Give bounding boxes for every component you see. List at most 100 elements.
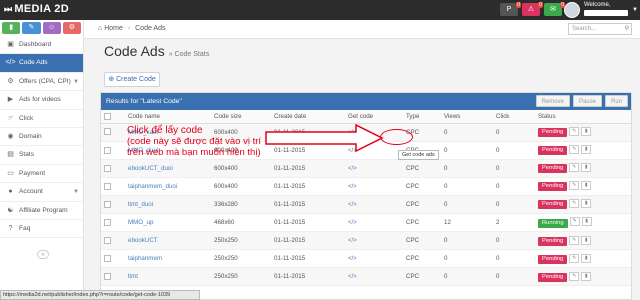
views-cell: 0	[441, 123, 493, 142]
get-code-icon[interactable]: </>	[348, 202, 357, 208]
sidebar-item-dashboard[interactable]: ▣ Dashboard	[0, 36, 83, 55]
edit-icon[interactable]: ✎	[569, 253, 580, 263]
get-code-icon[interactable]: </>	[348, 184, 357, 190]
edit-icon[interactable]: ✎	[569, 181, 580, 191]
column-header[interactable]: Code size	[211, 110, 271, 124]
table-row[interactable]: ebookUCT_duoi 600x400 01-11-2015 </> CPC 0 0 Pe…	[101, 159, 631, 178]
column-header[interactable]: Click	[493, 110, 535, 124]
code-name-link[interactable]: ebookUCT_duoi	[128, 165, 173, 172]
brand[interactable]: ⏭ MEDIA 2D	[4, 3, 69, 15]
sidebar-item-label: Account	[19, 188, 43, 196]
click-cell: 0	[493, 231, 535, 251]
edit-icon[interactable]: ✎	[569, 235, 580, 245]
breadcrumb-current[interactable]: Code Ads	[135, 25, 165, 32]
row-checkbox[interactable]	[104, 200, 111, 208]
tooltip: Get code ads	[398, 150, 439, 160]
sidebar-item-account[interactable]: ● Account ▼	[0, 183, 83, 202]
run-button[interactable]: Run	[604, 95, 628, 107]
sidebar-item-click[interactable]: ☞ Click	[0, 110, 83, 128]
breadcrumb-home[interactable]: Home	[104, 25, 123, 32]
table-row[interactable]: ltmt_duoi 336x280 01-11-2015 </> CPC 0 0 Pendin…	[101, 195, 631, 214]
row-checkbox[interactable]	[104, 273, 111, 281]
affiliate-icon: ☯	[7, 206, 14, 214]
row-checkbox[interactable]	[104, 146, 111, 154]
sidebar-collapse-button[interactable]: «	[37, 250, 49, 259]
column-header[interactable]: Views	[441, 110, 493, 124]
code-name-link[interactable]: ltmt	[128, 273, 138, 280]
search-input[interactable]: Search... ⚲	[568, 23, 632, 35]
column-header[interactable]: Get code	[345, 110, 403, 124]
chart-icon[interactable]: ▮	[581, 145, 592, 155]
page-subtitle[interactable]: » Code Stats	[169, 51, 209, 58]
chart-icon[interactable]: ▮	[581, 217, 592, 227]
row-checkbox[interactable]	[104, 182, 111, 190]
select-all-checkbox[interactable]	[104, 112, 111, 120]
sidebar-item-faq[interactable]: ? Faq	[0, 220, 83, 239]
column-header[interactable]: Code name	[125, 110, 211, 124]
chart-icon[interactable]: ▮	[2, 22, 21, 34]
row-checkbox[interactable]	[104, 128, 111, 136]
row-select-cell	[101, 123, 125, 142]
edit-icon[interactable]: ✎	[569, 199, 580, 209]
user-menu[interactable]: Welcome, ▼	[564, 1, 638, 19]
status-badge: Pending	[538, 182, 568, 192]
notification-icon[interactable]: ⚠ 0	[522, 2, 543, 16]
column-header[interactable]: Type	[403, 110, 441, 124]
row-checkbox[interactable]	[104, 255, 111, 263]
sidebar-item-stats[interactable]: ▤ Stats	[0, 146, 83, 165]
chart-icon[interactable]: ▮	[581, 126, 592, 136]
pencil-icon[interactable]: ✎	[22, 22, 41, 34]
edit-icon[interactable]: ✎	[569, 217, 580, 227]
click-cell: 0	[493, 267, 535, 287]
sidebar-item-ads-for-videos[interactable]: ▶ Ads for videos	[0, 91, 83, 110]
status-cell: Pending ✎ ▮	[535, 231, 631, 251]
get-code-icon[interactable]: </>	[348, 220, 357, 226]
chart-icon[interactable]: ▮	[581, 181, 592, 191]
edit-icon[interactable]: ✎	[569, 271, 580, 281]
chart-icon[interactable]: ▮	[581, 271, 592, 281]
column-header[interactable]: Status	[535, 110, 631, 124]
table-row[interactable]: taiphanmem 250x250 01-11-2015 </> CPC 0 0 Pendi…	[101, 249, 631, 269]
table-row[interactable]: MMO_up 468x60 01-11-2015 </> CPC 12 2 Running ✎ ▮	[101, 213, 631, 233]
remove-button[interactable]: Remove	[535, 95, 570, 107]
code-name-link[interactable]: taiphanmem_duoi	[128, 183, 177, 190]
sidebar-item-affiliate-program[interactable]: ☯ Affiliate Program	[0, 202, 83, 220]
column-header[interactable]: Create date	[271, 110, 345, 124]
code-name-link[interactable]: MMO_up	[128, 219, 153, 226]
search-icon[interactable]: ⚲	[625, 24, 629, 34]
row-checkbox[interactable]	[104, 164, 111, 172]
row-checkbox[interactable]	[104, 237, 111, 245]
chart-icon[interactable]: ▮	[581, 163, 592, 173]
chart-icon[interactable]: ▮	[581, 253, 592, 263]
settings-icon[interactable]: ⚙	[62, 22, 81, 34]
table-row[interactable]: ltmt 250x250 01-11-2015 </> CPC 0 0 Pending ✎ ▮	[101, 267, 631, 287]
sidebar-item-code-ads[interactable]: </> Code Ads	[0, 54, 83, 73]
row-checkbox[interactable]	[104, 218, 111, 226]
table-row[interactable]: ebookUCT 250x250 01-11-2015 </> CPC 0 0 Pending…	[101, 231, 631, 251]
get-code-icon[interactable]: </>	[348, 238, 357, 244]
users-icon[interactable]: ☺	[42, 22, 61, 34]
sidebar-item-domain[interactable]: ◉ Domain	[0, 128, 83, 147]
table-row[interactable]: taiphanmem_duoi 600x400 01-11-2015 </> CPC 0 0…	[101, 177, 631, 196]
p-icon[interactable]: P0	[500, 2, 521, 16]
edit-icon[interactable]: ✎	[569, 126, 580, 136]
code-name-cell: taiphanmem_duoi	[125, 177, 211, 196]
edit-icon[interactable]: ✎	[569, 163, 580, 173]
chart-icon[interactable]: ▮	[581, 199, 592, 209]
code-name-link[interactable]: ebookUCT	[128, 237, 158, 244]
sidebar-item-offers[interactable]: ⚙ Offers (CPA, CPI) ▼	[0, 73, 83, 92]
edit-icon[interactable]: ✎	[569, 145, 580, 155]
status-badge: Pending	[538, 254, 568, 264]
mail-icon[interactable]: ✉ 0	[544, 2, 565, 16]
status-cell: Pending ✎ ▮	[535, 123, 631, 142]
get-code-icon[interactable]: </>	[348, 274, 357, 280]
create-code-button[interactable]: ⊕ Create Code	[104, 72, 160, 87]
pause-button[interactable]: Pause	[572, 95, 602, 107]
get-code-icon[interactable]: </>	[348, 166, 357, 172]
code-name-link[interactable]: taiphanmem	[128, 255, 162, 262]
code-name-link[interactable]: ltmt_duoi	[128, 201, 153, 208]
get-code-icon[interactable]: </>	[348, 256, 357, 262]
code-size-cell: 600x400	[211, 177, 271, 196]
sidebar-item-payment[interactable]: ▭ Payment	[0, 165, 83, 184]
chart-icon[interactable]: ▮	[581, 235, 592, 245]
